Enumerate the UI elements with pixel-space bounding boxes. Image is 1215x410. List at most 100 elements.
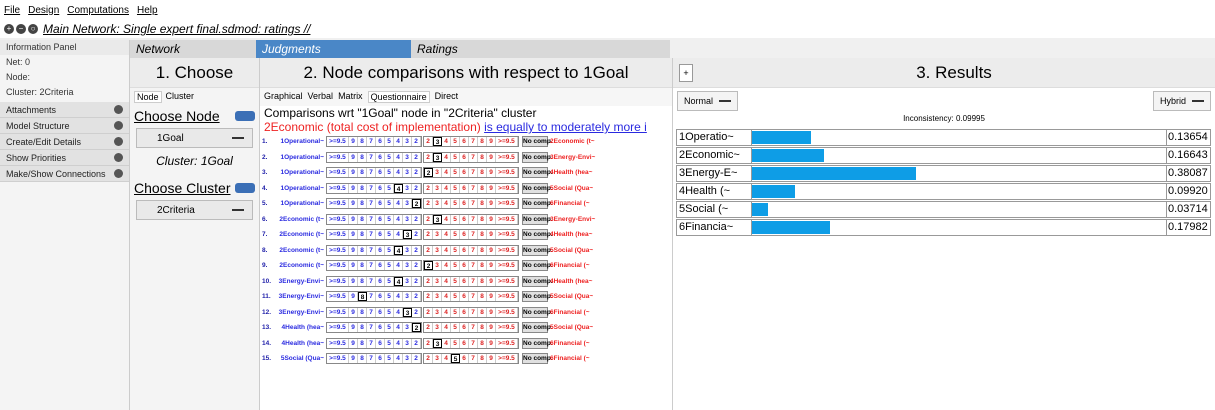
- model-structure-button[interactable]: Model Structure: [0, 118, 129, 134]
- subtab-node[interactable]: Node: [134, 91, 162, 103]
- scale-cell[interactable]: 3: [433, 261, 442, 271]
- scale-cell[interactable]: 7: [469, 168, 478, 178]
- scale-cell[interactable]: 8: [478, 354, 487, 364]
- scale-cell[interactable]: 9: [349, 323, 358, 333]
- scale-cell[interactable]: 4: [394, 261, 403, 271]
- scale-cell[interactable]: 2: [412, 261, 421, 271]
- scale-cell[interactable]: 8: [358, 261, 367, 271]
- scale-cell[interactable]: 8: [478, 168, 487, 178]
- scale-cell[interactable]: 8: [358, 354, 367, 364]
- scale-cell[interactable]: 2: [424, 354, 433, 364]
- scale-cell[interactable]: 6: [376, 323, 385, 333]
- scale-cell[interactable]: >=9.5: [496, 214, 518, 224]
- scale-cell[interactable]: >=9.5: [327, 214, 349, 224]
- minus-icon[interactable]: −: [16, 24, 26, 34]
- scale-cell[interactable]: 3: [403, 168, 412, 178]
- scale-cell[interactable]: 8: [358, 323, 367, 333]
- scale-cell[interactable]: 7: [367, 307, 376, 317]
- scale-cell[interactable]: 6: [460, 323, 469, 333]
- scale-cell[interactable]: 9: [349, 214, 358, 224]
- scale-cell[interactable]: >=9.5: [327, 354, 349, 364]
- scale-cell[interactable]: 9: [487, 245, 496, 255]
- tab-graphical[interactable]: Graphical: [264, 91, 303, 103]
- scale-cell[interactable]: 6: [460, 214, 469, 224]
- scale-cell[interactable]: 4: [442, 292, 451, 302]
- scale-cell[interactable]: >=9.5: [496, 276, 518, 286]
- scale-cell[interactable]: 4: [442, 214, 451, 224]
- scale-cell[interactable]: 5: [451, 354, 460, 364]
- scale-cell[interactable]: 7: [469, 137, 478, 147]
- scale-cell[interactable]: >=9.5: [496, 230, 518, 240]
- scale-cell[interactable]: 9: [487, 183, 496, 193]
- scale-cell[interactable]: >=9.5: [496, 245, 518, 255]
- scale-cell[interactable]: 7: [367, 230, 376, 240]
- no-comparison-button[interactable]: No comp.: [522, 291, 553, 303]
- scale-cell[interactable]: 8: [358, 137, 367, 147]
- scale-cell[interactable]: 4: [442, 323, 451, 333]
- menu-file[interactable]: File: [4, 5, 20, 16]
- scale-cell[interactable]: >=9.5: [496, 323, 518, 333]
- scale-cell[interactable]: 5: [385, 338, 394, 348]
- scale-cell[interactable]: 5: [385, 354, 394, 364]
- scale-cell[interactable]: 8: [358, 199, 367, 209]
- scale-cell[interactable]: 6: [460, 137, 469, 147]
- scale-cell[interactable]: 4: [394, 276, 403, 286]
- scale-cell[interactable]: 2: [412, 245, 421, 255]
- add-icon[interactable]: +: [4, 24, 14, 34]
- scale-cell[interactable]: 2: [412, 137, 421, 147]
- choose-cluster-arrows-icon[interactable]: [235, 183, 255, 193]
- scale-cell[interactable]: 4: [442, 230, 451, 240]
- scale-cell[interactable]: 5: [451, 152, 460, 162]
- scale-cell[interactable]: 2: [424, 261, 433, 271]
- scale-cell[interactable]: 6: [460, 230, 469, 240]
- scale-cell[interactable]: 7: [367, 276, 376, 286]
- choose-node-arrows-icon[interactable]: [235, 111, 255, 121]
- scale-cell[interactable]: 5: [451, 245, 460, 255]
- scale-cell[interactable]: 9: [349, 261, 358, 271]
- scale-cell[interactable]: 8: [358, 214, 367, 224]
- scale-cell[interactable]: >=9.5: [327, 276, 349, 286]
- scale-cell[interactable]: >=9.5: [327, 307, 349, 317]
- scale-cell[interactable]: 2: [412, 214, 421, 224]
- scale-cell[interactable]: 7: [469, 276, 478, 286]
- scale-cell[interactable]: 9: [349, 199, 358, 209]
- scale-cell[interactable]: 6: [376, 214, 385, 224]
- create-edit-details-button[interactable]: Create/Edit Details: [0, 134, 129, 150]
- scale-cell[interactable]: 8: [358, 338, 367, 348]
- scale-cell[interactable]: 2: [424, 338, 433, 348]
- scale-cell[interactable]: 8: [478, 152, 487, 162]
- scale-cell[interactable]: 6: [376, 245, 385, 255]
- scale-cell[interactable]: 3: [433, 152, 442, 162]
- scale-cell[interactable]: 3: [403, 307, 412, 317]
- no-comparison-button[interactable]: No comp.: [522, 353, 553, 365]
- scale-cell[interactable]: 6: [460, 354, 469, 364]
- scale-cell[interactable]: 5: [385, 183, 394, 193]
- scale-cell[interactable]: 2: [424, 137, 433, 147]
- scale-cell[interactable]: 4: [442, 168, 451, 178]
- add-button[interactable]: +: [679, 63, 693, 82]
- scale-cell[interactable]: 7: [469, 183, 478, 193]
- tab-network[interactable]: Network: [130, 40, 256, 58]
- scale-cell[interactable]: 9: [349, 245, 358, 255]
- scale-cell[interactable]: 8: [478, 323, 487, 333]
- scale-cell[interactable]: 2: [424, 323, 433, 333]
- scale-cell[interactable]: 5: [385, 137, 394, 147]
- scale-cell[interactable]: 9: [349, 292, 358, 302]
- scale-cell[interactable]: 2: [424, 214, 433, 224]
- scale-cell[interactable]: 5: [385, 230, 394, 240]
- scale-cell[interactable]: >=9.5: [327, 292, 349, 302]
- scale-cell[interactable]: 4: [394, 230, 403, 240]
- scale-cell[interactable]: 3: [433, 292, 442, 302]
- scale-cell[interactable]: 2: [424, 230, 433, 240]
- no-comparison-button[interactable]: No comp.: [522, 167, 553, 179]
- scale-cell[interactable]: 3: [433, 245, 442, 255]
- menu-design[interactable]: Design: [28, 5, 59, 16]
- hybrid-dropdown[interactable]: Hybrid: [1152, 91, 1211, 111]
- scale-cell[interactable]: 9: [487, 292, 496, 302]
- scale-cell[interactable]: 6: [376, 199, 385, 209]
- scale-cell[interactable]: 5: [451, 168, 460, 178]
- scale-cell[interactable]: 3: [433, 199, 442, 209]
- scale-cell[interactable]: 2: [412, 276, 421, 286]
- no-comparison-button[interactable]: No comp.: [522, 244, 553, 256]
- scale-cell[interactable]: 3: [403, 338, 412, 348]
